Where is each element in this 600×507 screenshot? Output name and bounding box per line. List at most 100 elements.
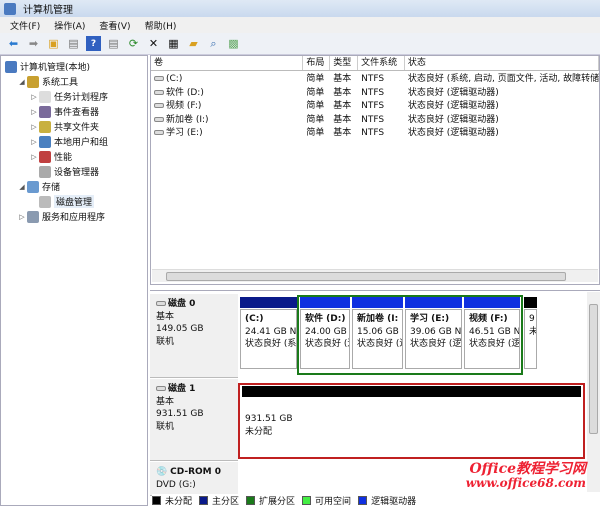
tree-item[interactable]: 磁盘管理 [1, 194, 147, 209]
disk-type: DVD (G:) [156, 479, 196, 490]
delete-icon[interactable]: ✕ [146, 36, 161, 51]
partition-color-bar [300, 297, 350, 308]
partition-color-bar [464, 297, 520, 308]
tree-node-icon [39, 195, 51, 208]
disk-status: 联机 [156, 336, 175, 347]
partition-name: (C:) [245, 314, 264, 324]
show-hide-tree-icon[interactable]: ▤ [66, 36, 81, 51]
drive-icon [154, 116, 164, 122]
expand-arrow-icon[interactable]: ▷ [29, 153, 39, 161]
scrollbar-thumb[interactable] [166, 272, 566, 281]
expand-arrow-icon[interactable]: ▷ [29, 93, 39, 101]
menu-view[interactable]: 查看(V) [99, 19, 130, 32]
legend-label: 主分区 [212, 496, 240, 507]
settings-icon[interactable]: ▩ [226, 36, 241, 51]
partition-size: 931.51 GB [245, 414, 293, 424]
legend: 未分配 主分区 扩展分区 可用空间 逻辑驱动器 [152, 494, 600, 507]
column-status[interactable]: 状态 [405, 56, 599, 70]
tree-item[interactable]: ◢ 存储 [1, 179, 147, 194]
partition-block[interactable]: (C:) 24.41 GB N 状态良好 (系 [240, 309, 297, 369]
menu-file[interactable]: 文件(F) [10, 19, 40, 32]
table-cell: 简单 [306, 87, 325, 98]
expand-arrow-icon[interactable]: ▷ [29, 123, 39, 131]
table-cell: 简单 [306, 128, 325, 138]
open-folder-icon[interactable]: ▰ [186, 36, 201, 51]
tree-node-icon [39, 135, 51, 148]
cdrom-icon: 💿 [156, 467, 168, 477]
tree-item[interactable]: 计算机管理(本地) [1, 59, 147, 74]
help-icon[interactable]: ? [86, 36, 101, 51]
tree-item[interactable]: ▷ 事件查看器 [1, 104, 147, 119]
table-row[interactable]: 学习 (E:) 简单 基本 NTFS 状态良好 (逻辑驱动器) [151, 127, 599, 141]
tree-item[interactable]: ▷ 任务计划程序 [1, 89, 147, 104]
tree-item-label: 系统工具 [42, 78, 79, 88]
menu-help[interactable]: 帮助(H) [145, 19, 177, 32]
disk-type: 基本 [156, 311, 175, 322]
table-cell: 基本 [333, 114, 352, 125]
tree-item[interactable]: ▷ 性能 [1, 149, 147, 164]
up-folder-icon[interactable]: ▣ [46, 36, 61, 51]
back-icon[interactable]: ⬅ [6, 36, 21, 51]
tree-node-icon [39, 150, 51, 163]
partition-name: 视频 (F:) [469, 314, 508, 324]
tree-item[interactable]: ▷ 服务和应用程序 [1, 209, 147, 224]
menu-action[interactable]: 操作(A) [54, 19, 85, 32]
partition-color-bar [524, 297, 537, 308]
vertical-scrollbar[interactable] [587, 292, 600, 492]
partition-size: 24.41 GB N [245, 326, 297, 337]
column-layout[interactable]: 布局 [303, 56, 331, 70]
expand-arrow-icon[interactable]: ▷ [29, 108, 39, 116]
partition-block[interactable]: 新加卷 (I: 15.06 GB 状态良好 (逻 [352, 309, 403, 369]
tree-item-label: 性能 [54, 153, 73, 163]
table-row[interactable]: 新加卷 (I:) 简单 基本 NTFS 状态良好 (逻辑驱动器) [151, 114, 599, 128]
window-title: 计算机管理 [23, 5, 73, 16]
navigation-tree: 计算机管理(本地) ◢ 系统工具 ▷ 任务计划程序 ▷ 事件查看器 ▷ 共享文件夹 ▷ 本地用户和组… [0, 55, 148, 506]
partition-size: 46.51 GB N [469, 326, 520, 337]
column-filesystem[interactable]: 文件系统 [358, 56, 405, 70]
partition-block[interactable]: 视频 (F:) 46.51 GB N 状态良好 (逻 [464, 309, 520, 369]
cdrom-0-label[interactable]: 💿 CD-ROM 0 DVD (G:) [150, 462, 238, 496]
partition-state: 状态良好 (逻 [305, 339, 349, 349]
tree-node-icon [39, 105, 51, 118]
search-icon[interactable]: ⌕ [206, 36, 221, 51]
forward-icon[interactable]: ➡ [26, 36, 41, 51]
column-type[interactable]: 类型 [330, 56, 359, 70]
show-pane-icon[interactable]: ▤ [106, 36, 121, 51]
table-row[interactable]: 视频 (F:) 简单 基本 NTFS 状态良好 (逻辑驱动器) [151, 100, 599, 114]
disk-1-unallocated-highlight[interactable]: 931.51 GB 未分配 [238, 383, 585, 459]
partition-block[interactable]: 9未 [524, 309, 537, 369]
tree-item[interactable]: ▷ 共享文件夹 [1, 119, 147, 134]
computer-management-icon [4, 2, 16, 15]
expand-arrow-icon[interactable]: ◢ [17, 78, 27, 86]
horizontal-scrollbar[interactable] [152, 269, 598, 282]
legend-label: 未分配 [165, 496, 193, 507]
legend-label: 扩展分区 [259, 496, 296, 507]
table-cell: NTFS [361, 101, 385, 111]
disk-0-label[interactable]: 磁盘 0 基本 149.05 GB 联机 [150, 294, 238, 378]
tree-item[interactable]: ◢ 系统工具 [1, 74, 147, 89]
tree-item[interactable]: 设备管理器 [1, 164, 147, 179]
expand-arrow-icon[interactable]: ▷ [29, 138, 39, 146]
expand-arrow-icon[interactable]: ▷ [17, 213, 27, 221]
column-volume[interactable]: 卷 [151, 56, 304, 70]
tree-item-label: 共享文件夹 [54, 123, 100, 133]
partition-name: 软件 (D:) [305, 314, 346, 324]
partition-block[interactable]: 学习 (E:) 39.06 GB N 状态良好 (逻 [405, 309, 462, 369]
scrollbar-thumb[interactable] [589, 304, 598, 434]
partition-block[interactable]: 软件 (D:) 24.00 GB 状态良好 (逻 [300, 309, 350, 369]
properties-icon[interactable]: ▦ [166, 36, 181, 51]
drive-icon [154, 89, 164, 95]
table-cell: 简单 [306, 74, 325, 84]
expand-arrow-icon[interactable]: ◢ [17, 183, 27, 191]
refresh-icon[interactable]: ⟳ [126, 36, 141, 51]
table-cell: 状态良好 (逻辑驱动器) [407, 87, 499, 98]
table-row[interactable]: (C:) 简单 基本 NTFS 状态良好 (系统, 启动, 页面文件, 活动, 故障转储 [151, 73, 599, 87]
table-row[interactable]: 软件 (D:) 简单 基本 NTFS 状态良好 (逻辑驱动器) [151, 87, 599, 101]
disk-size: 149.05 GB [156, 324, 204, 334]
disk-icon [156, 386, 166, 391]
partition-state: 未 [529, 326, 536, 339]
disk-1-label[interactable]: 磁盘 1 基本 931.51 GB 联机 [150, 379, 238, 461]
tree-item[interactable]: ▷ 本地用户和组 [1, 134, 147, 149]
partition-state: 状态良好 (逻 [469, 339, 520, 349]
table-cell: 基本 [333, 101, 352, 111]
